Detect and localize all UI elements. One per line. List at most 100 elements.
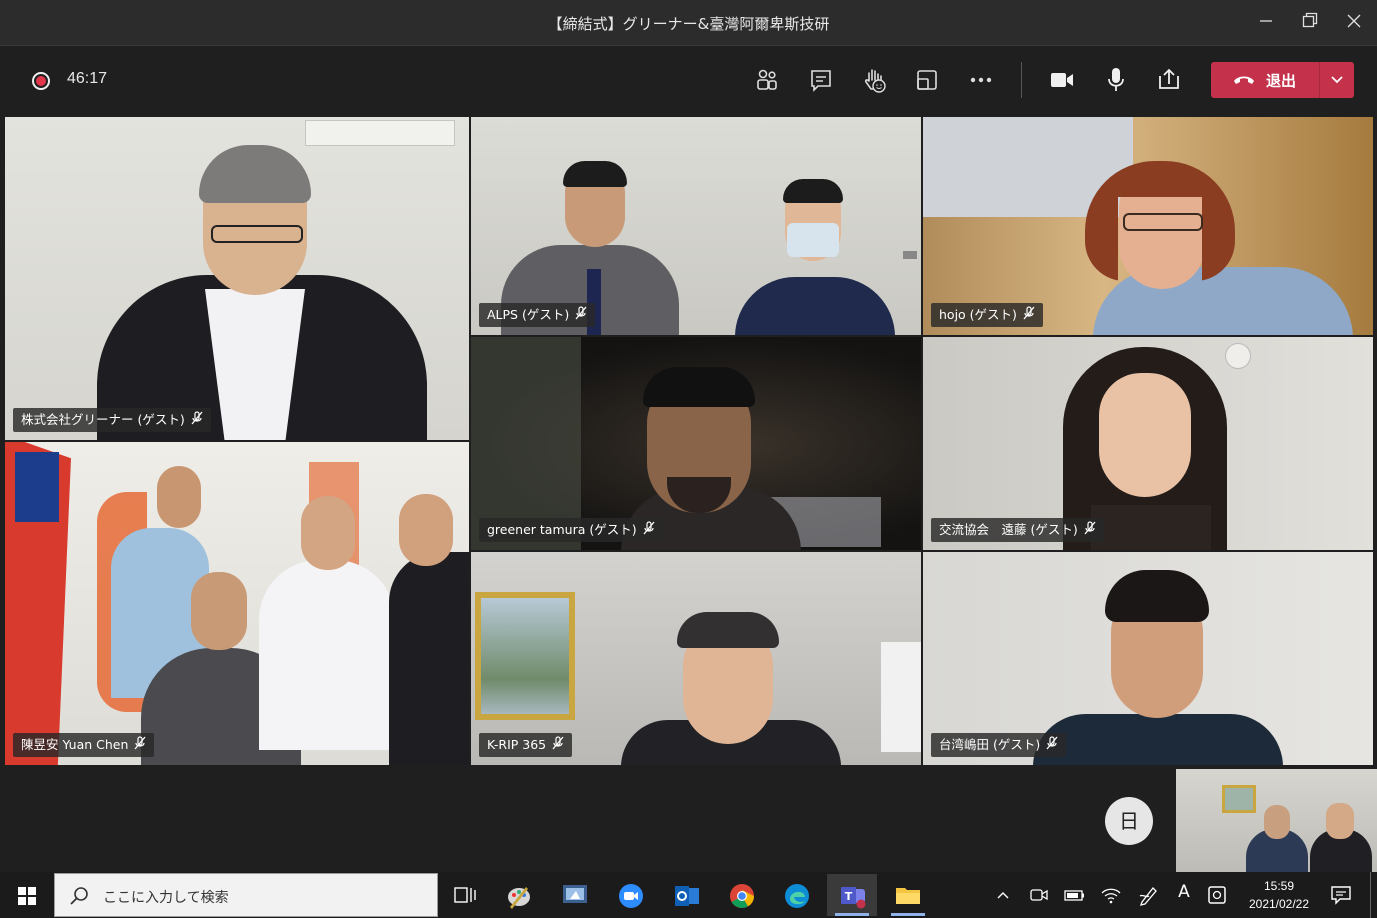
video-tile[interactable]: 陳昱安 Yuan Chen <box>4 441 470 766</box>
mic-muted-icon <box>575 304 587 328</box>
battery-icon <box>1064 890 1084 901</box>
tray-battery[interactable] <box>1064 884 1086 906</box>
chevron-down-icon <box>1331 76 1343 84</box>
task-view-icon <box>454 887 476 903</box>
video-tile[interactable]: 株式会社グリーナー (ゲスト) <box>4 116 470 441</box>
taskbar-app-photos[interactable] <box>550 874 600 916</box>
tray-ime-pad[interactable] <box>1206 884 1228 906</box>
tray-meet-now[interactable] <box>1028 884 1050 906</box>
taskbar-clock[interactable]: 15:59 2021/02/22 <box>1238 877 1320 913</box>
participant-name-tag: 陳昱安 Yuan Chen <box>13 733 155 758</box>
leave-button[interactable]: 退出 <box>1211 62 1319 98</box>
taskbar-app-paint[interactable] <box>494 874 544 916</box>
participant-mask <box>787 223 839 257</box>
participant-name: 株式会社グリーナー (ゲスト) <box>21 412 185 427</box>
mic-muted-icon <box>1046 734 1058 758</box>
leave-label: 退出 <box>1266 72 1297 90</box>
participant-face <box>1264 805 1290 839</box>
chrome-icon <box>730 884 754 909</box>
wall-painting <box>1222 785 1256 813</box>
paint-icon <box>508 887 530 909</box>
video-tile[interactable]: greener tamura (ゲスト) <box>470 336 922 551</box>
task-view-button[interactable] <box>440 874 490 916</box>
close-button[interactable] <box>1334 8 1374 38</box>
start-button[interactable] <box>0 872 54 918</box>
microphone-button[interactable] <box>1099 64 1133 96</box>
participant-hair <box>1105 570 1209 622</box>
participant-name-tag: ALPS (ゲスト) <box>479 303 596 328</box>
participant-body <box>259 560 395 750</box>
participant-body <box>389 552 469 765</box>
air-conditioner <box>305 120 455 146</box>
day-button[interactable]: 日 <box>1105 797 1153 845</box>
video-tile[interactable]: 交流協会 遠藤 (ゲスト) <box>922 336 1374 551</box>
taskbar-search-box[interactable]: ここに入力して検索 <box>54 873 438 917</box>
participant-face <box>191 572 247 650</box>
taskbar-app-chrome[interactable] <box>717 874 767 916</box>
view-icon <box>917 70 937 90</box>
wifi-icon <box>1101 888 1121 904</box>
restore-icon <box>1302 12 1318 28</box>
mic-muted-icon <box>134 734 146 758</box>
share-screen-button[interactable] <box>1152 64 1186 96</box>
share-screen-icon <box>1159 68 1179 89</box>
tray-pen[interactable] <box>1138 884 1160 906</box>
participant-face <box>301 496 355 570</box>
mic-muted-icon <box>191 409 203 433</box>
video-tile[interactable]: K-RIP 365 <box>470 551 922 766</box>
participant-body <box>1033 714 1283 765</box>
taskbar-app-outlook[interactable] <box>662 874 712 916</box>
show-hidden-icons-button[interactable] <box>992 884 1014 906</box>
tray-ime-mode[interactable]: A <box>1173 882 1195 904</box>
taskbar-app-teams[interactable]: T <box>827 874 877 916</box>
recording-icon <box>32 72 50 90</box>
view-options-button[interactable] <box>910 64 944 96</box>
mic-muted-icon <box>552 734 564 758</box>
chat-button[interactable] <box>804 64 838 96</box>
participant-face <box>1099 373 1191 497</box>
restore-button[interactable] <box>1290 8 1330 38</box>
participant-name: greener tamura (ゲスト) <box>487 522 637 537</box>
participant-name: 台湾嶋田 (ゲスト) <box>939 737 1041 752</box>
more-icon <box>970 77 992 83</box>
outlook-icon <box>675 886 699 906</box>
chat-icon <box>811 70 831 92</box>
video-tile[interactable]: 台湾嶋田 (ゲスト) <box>922 551 1374 766</box>
camera-icon <box>1051 73 1073 87</box>
wall-outlet <box>903 251 917 259</box>
video-tile[interactable]: hojo (ゲスト) <box>922 116 1374 336</box>
participant-hair <box>783 179 843 203</box>
mic-muted-icon <box>1023 304 1035 328</box>
minimize-button[interactable] <box>1246 8 1286 38</box>
window-title: 【締結式】グリーナー&臺灣阿爾卑斯技研 <box>547 15 830 33</box>
participant-hair <box>563 161 627 187</box>
leave-button-group: 退出 <box>1211 62 1354 98</box>
toolbar-divider <box>1021 62 1022 98</box>
action-center-button[interactable] <box>1330 884 1352 906</box>
wall-speaker <box>1225 343 1251 369</box>
show-desktop-divider <box>1370 872 1371 918</box>
leave-options-button[interactable] <box>1320 62 1354 98</box>
taskbar-app-zoom[interactable] <box>606 874 656 916</box>
video-tile[interactable]: ALPS (ゲスト) <box>470 116 922 336</box>
participant-name: 陳昱安 Yuan Chen <box>21 737 129 752</box>
meeting-timer: 46:17 <box>67 70 108 87</box>
camera-button[interactable] <box>1045 64 1079 96</box>
tray-wifi[interactable] <box>1100 884 1122 906</box>
svg-text:T: T <box>845 890 853 903</box>
participant-glasses <box>1123 213 1203 231</box>
participant-name: hojo (ゲスト) <box>939 307 1017 322</box>
self-view-video[interactable] <box>1176 769 1377 872</box>
ime-pad-icon <box>1208 886 1226 904</box>
teams-icon: T <box>841 887 866 909</box>
windows-logo-icon <box>18 887 36 905</box>
more-actions-button[interactable] <box>964 64 998 96</box>
clock-date: 2021/02/22 <box>1248 897 1310 911</box>
participants-button[interactable] <box>750 64 784 96</box>
participant-name-tag: 株式会社グリーナー (ゲスト) <box>13 408 211 432</box>
remote-desktop-icon <box>563 885 587 903</box>
teams-meeting-window: 【締結式】グリーナー&臺灣阿爾卑斯技研 46:17 退出 株式会社グリーナー (… <box>0 0 1377 872</box>
taskbar-app-explorer[interactable] <box>883 874 933 916</box>
taskbar-app-edge[interactable] <box>772 874 822 916</box>
raise-hand-button[interactable] <box>857 64 891 96</box>
